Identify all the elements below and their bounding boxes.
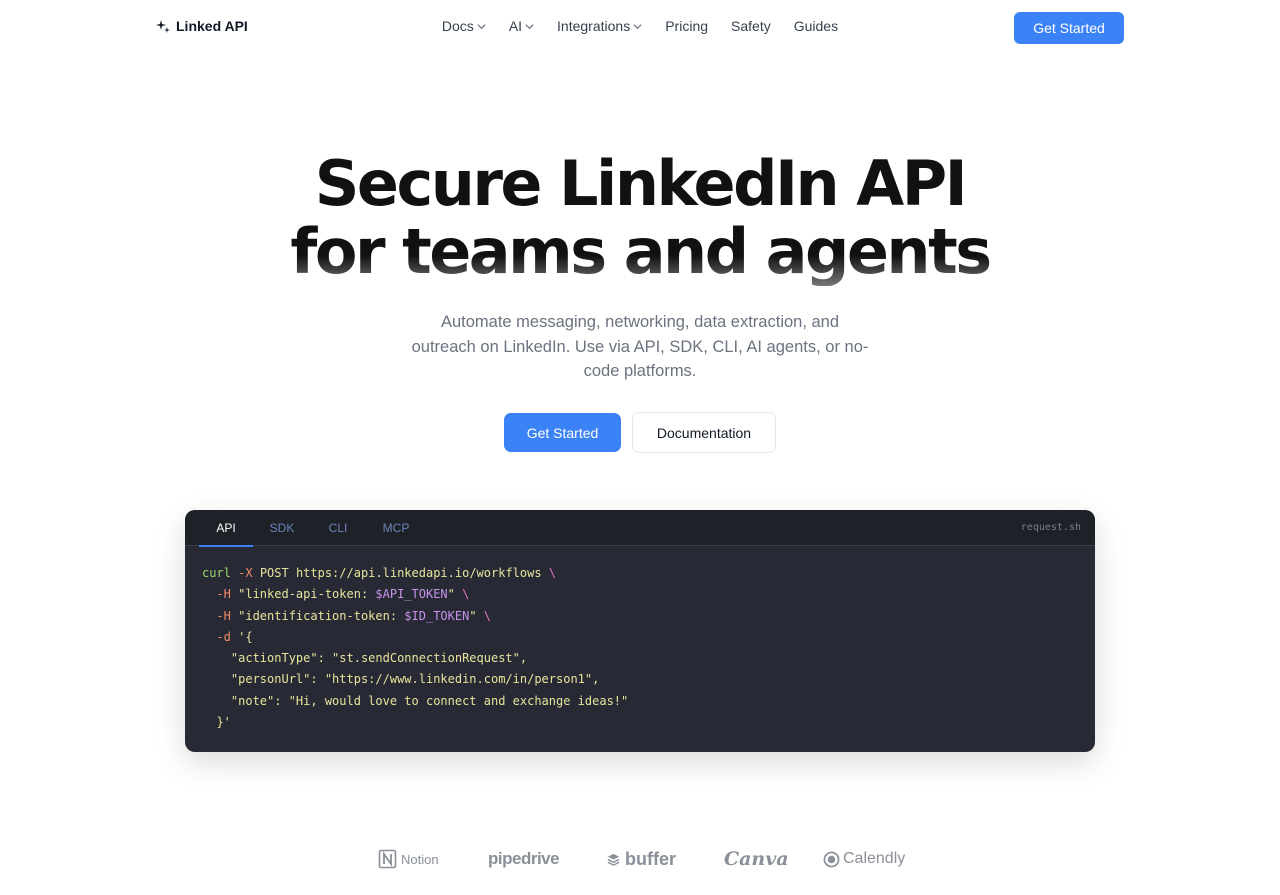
top-navigation: Linked API Docs AI Integrations Pricing … [0,0,1280,56]
tab-sdk[interactable]: SDK [257,510,307,546]
hero-title-line1: Secure LinkedIn API [314,147,968,220]
hero-title: Secure LinkedIn API for teams and agents [0,150,1280,286]
nav-docs-label: Docs [441,18,474,34]
code-panel: API SDK CLI MCP request.sh curl -X POST … [185,510,1095,752]
nav-safety-label: Safety [731,18,771,34]
chevron-down-icon [477,23,486,29]
buffer-logo: buffer [607,845,676,873]
code-line: -H "identification-token: $ID_TOKEN" \ [202,608,492,623]
nav-ai[interactable]: AI [509,18,534,34]
nav-pricing-label: Pricing [665,18,709,34]
code-line: -d '{ [202,629,253,644]
code-block[interactable]: curl -X POST https://api.linkedapi.io/wo… [202,563,628,733]
partner-logos: Notion pipedrive buffer Canva Calendly [0,845,1280,875]
code-filename: request.sh [1020,522,1081,533]
buffer-icon [607,853,620,866]
nav-integrations[interactable]: Integrations [557,18,642,34]
notion-icon [378,849,397,869]
nav-pricing[interactable]: Pricing [665,18,708,34]
code-line: "note": "Hi, would love to connect and e… [202,693,629,708]
tab-cli[interactable]: CLI [315,510,361,546]
tab-api[interactable]: API [199,510,253,547]
chevron-down-icon [633,23,642,29]
chevron-down-icon [525,23,534,29]
nav-guides-label: Guides [793,18,839,34]
code-line: "actionType": "st.sendConnectionRequest"… [202,651,528,666]
nav-ai-label: AI [508,18,523,34]
documentation-button[interactable]: Documentation [632,412,776,453]
code-line: "personUrl": "https://www.linkedin.com/i… [202,672,600,687]
nav-integrations-label: Integrations [557,18,631,34]
calendly-icon [823,851,840,867]
tab-mcp[interactable]: MCP [371,510,421,546]
nav-get-started-button[interactable]: Get Started [1014,12,1124,44]
code-tabs: API SDK CLI MCP request.sh [185,510,1095,547]
get-started-button[interactable]: Get Started [504,413,621,452]
calendly-label: Calendly [843,850,906,867]
nav-safety[interactable]: Safety [731,18,771,34]
calendly-logo: Calendly [823,845,905,873]
code-line: -H "linked-api-token: $API_TOKEN" \ [202,587,470,602]
hero-subtitle: Automate messaging, networking, data ext… [411,313,869,380]
code-line: }' [202,715,231,730]
nav-guides[interactable]: Guides [794,18,838,34]
notion-label: Notion [401,851,439,867]
code-line: curl -X POST https://api.linkedapi.io/wo… [202,566,557,580]
buffer-label: buffer [625,848,676,869]
nav-docs[interactable]: Docs [442,18,486,34]
pipedrive-logo: pipedrive [488,849,560,868]
notion-logo: Notion [378,845,439,873]
hero-title-line2: for teams and agents [0,218,1280,286]
canva-logo: Canva [724,848,789,870]
